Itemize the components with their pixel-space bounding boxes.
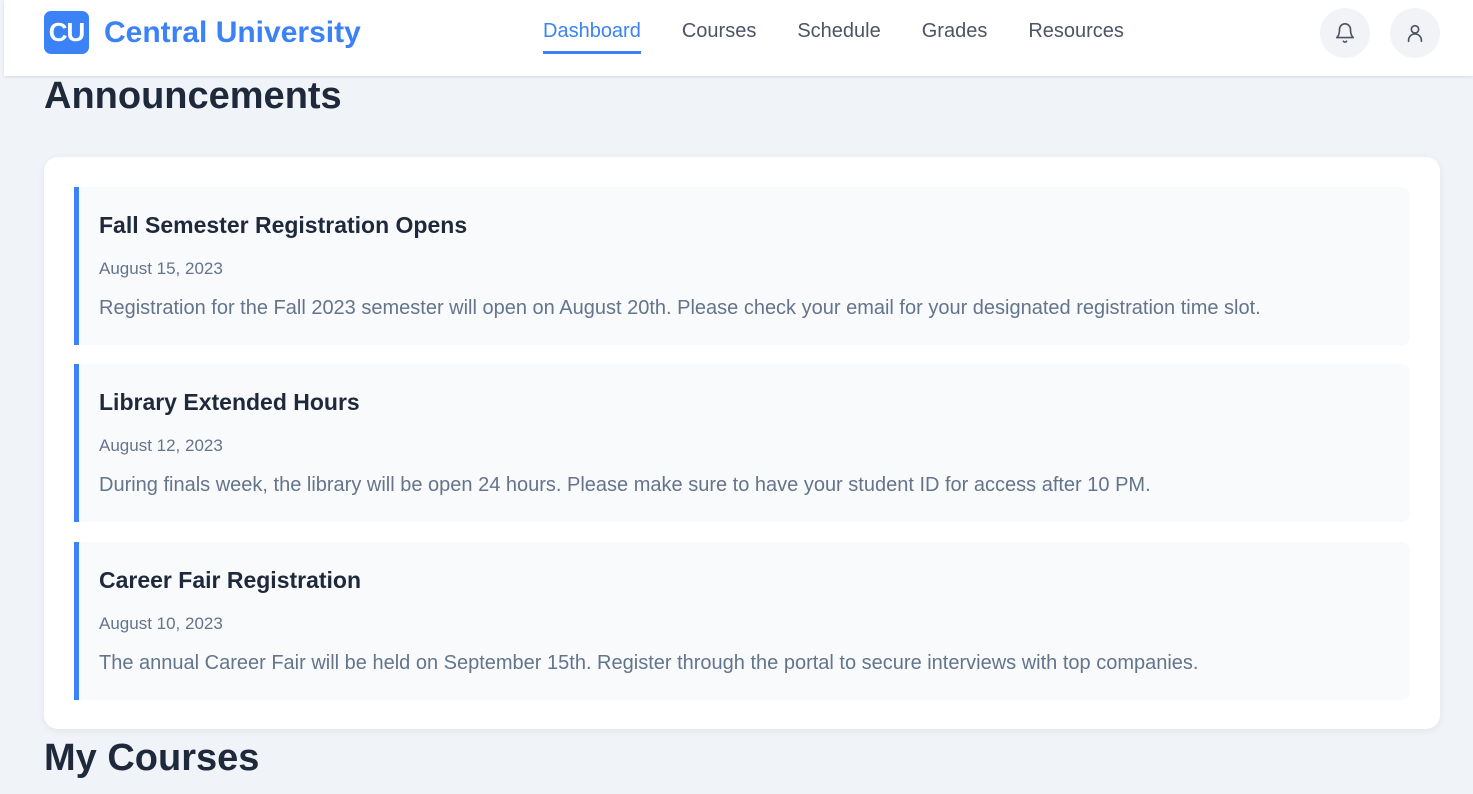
announcement-date: August 12, 2023 (99, 436, 223, 455)
announcements-heading: Announcements (44, 75, 342, 117)
top-navigation-bar: CU Central University Dashboard Courses … (4, 0, 1473, 76)
my-courses-heading: My Courses (44, 737, 260, 779)
nav-resources[interactable]: Resources (1028, 20, 1124, 54)
announcement-item[interactable]: Library Extended Hours August 12, 2023 D… (74, 364, 1410, 522)
notifications-button[interactable] (1320, 8, 1370, 58)
user-icon (1407, 24, 1423, 43)
announcement-title: Fall Semester Registration Opens (99, 212, 468, 238)
university-logo[interactable]: CU (44, 11, 89, 54)
announcement-title: Career Fair Registration (99, 567, 362, 593)
announcement-item[interactable]: Fall Semester Registration Opens August … (74, 187, 1410, 345)
nav-courses[interactable]: Courses (682, 20, 756, 54)
bell-icon (1335, 23, 1355, 43)
announcements-card: Fall Semester Registration Opens August … (44, 157, 1440, 729)
nav-schedule[interactable]: Schedule (797, 20, 880, 54)
announcement-item[interactable]: Career Fair Registration August 10, 2023… (74, 542, 1410, 700)
nav-dashboard[interactable]: Dashboard (543, 20, 641, 54)
announcement-body: Registration for the Fall 2023 semester … (99, 297, 1261, 319)
nav-grades[interactable]: Grades (922, 20, 988, 54)
profile-button[interactable] (1390, 8, 1440, 58)
university-name[interactable]: Central University (104, 16, 361, 50)
announcement-body: During finals week, the library will be … (99, 474, 1151, 496)
announcement-body: The annual Career Fair will be held on S… (99, 652, 1199, 674)
announcement-date: August 15, 2023 (99, 259, 223, 278)
brand[interactable]: CU Central University (44, 11, 361, 54)
main-nav: Dashboard Courses Schedule Grades Resour… (543, 20, 1165, 54)
announcement-date: August 10, 2023 (99, 614, 223, 633)
announcement-title: Library Extended Hours (99, 389, 360, 415)
